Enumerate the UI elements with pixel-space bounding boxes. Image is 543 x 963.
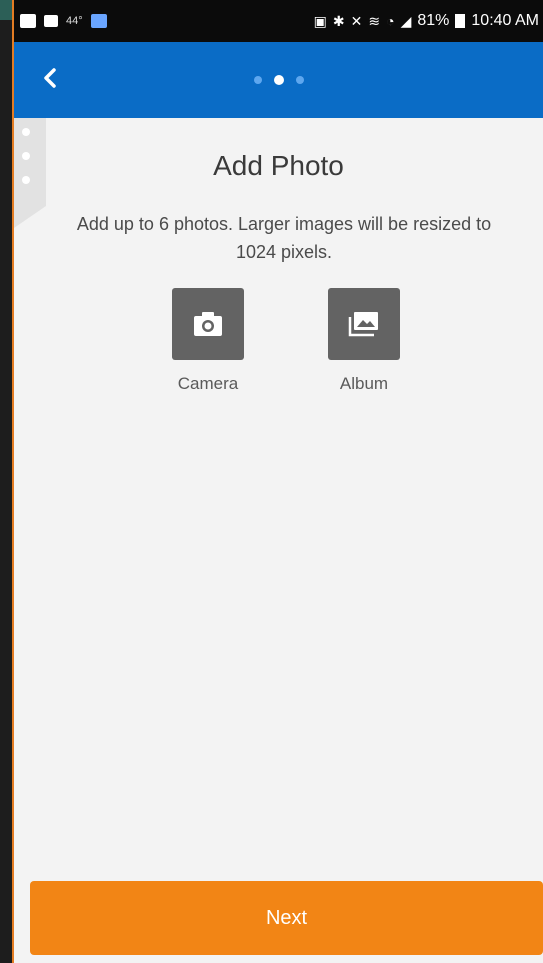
camera-label: Camera (177, 374, 239, 393)
page-title: Add Photo (213, 150, 344, 181)
handle-dot (22, 128, 30, 136)
mute-icon: ✕ (350, 12, 363, 29)
camera-icon (194, 312, 222, 336)
status-left-icons: 44° (20, 14, 107, 28)
page-dot (253, 76, 262, 84)
page-description: Add up to 6 photos. Larger images will b… (76, 214, 492, 262)
clock: 10:40 AM (471, 12, 539, 29)
app-icon (90, 14, 107, 28)
album-label: Album (339, 374, 389, 393)
status-bar: 44° ▣ ✱ ✕ ≋ ◔ ◢ 81% 10:40 AM (14, 0, 543, 42)
photo-album-icon (348, 312, 378, 337)
temperature: 44° (66, 15, 83, 27)
camera-button[interactable] (172, 288, 244, 360)
next-button[interactable]: Next (30, 881, 543, 955)
battery-percent: 81% (417, 12, 450, 29)
album-button[interactable] (328, 288, 400, 360)
bluetooth-icon: ✱ (332, 12, 345, 29)
app-bar (14, 42, 543, 118)
back-button[interactable] (36, 64, 64, 92)
next-button-label: Next (265, 906, 308, 929)
page-dot (295, 76, 304, 84)
page-dot-active (273, 75, 284, 85)
wifi-icon: ◔ (386, 13, 395, 29)
image-icon (44, 15, 58, 27)
battery-icon (455, 14, 466, 28)
status-right-icons: ▣ ✱ ✕ ≋ ◔ ◢ 81% 10:40 AM (314, 12, 539, 30)
lock-icon: ▣ (313, 12, 327, 29)
phone-screen: 44° ▣ ✱ ✕ ≋ ◔ ◢ 81% 10:40 AM Add Photo A… (12, 0, 543, 963)
nfc-icon: ≋ (368, 12, 381, 29)
facebook-icon (20, 14, 36, 28)
signal-icon: ◢ (400, 12, 412, 29)
chevron-left-icon (44, 68, 56, 88)
page-indicator (253, 75, 304, 85)
